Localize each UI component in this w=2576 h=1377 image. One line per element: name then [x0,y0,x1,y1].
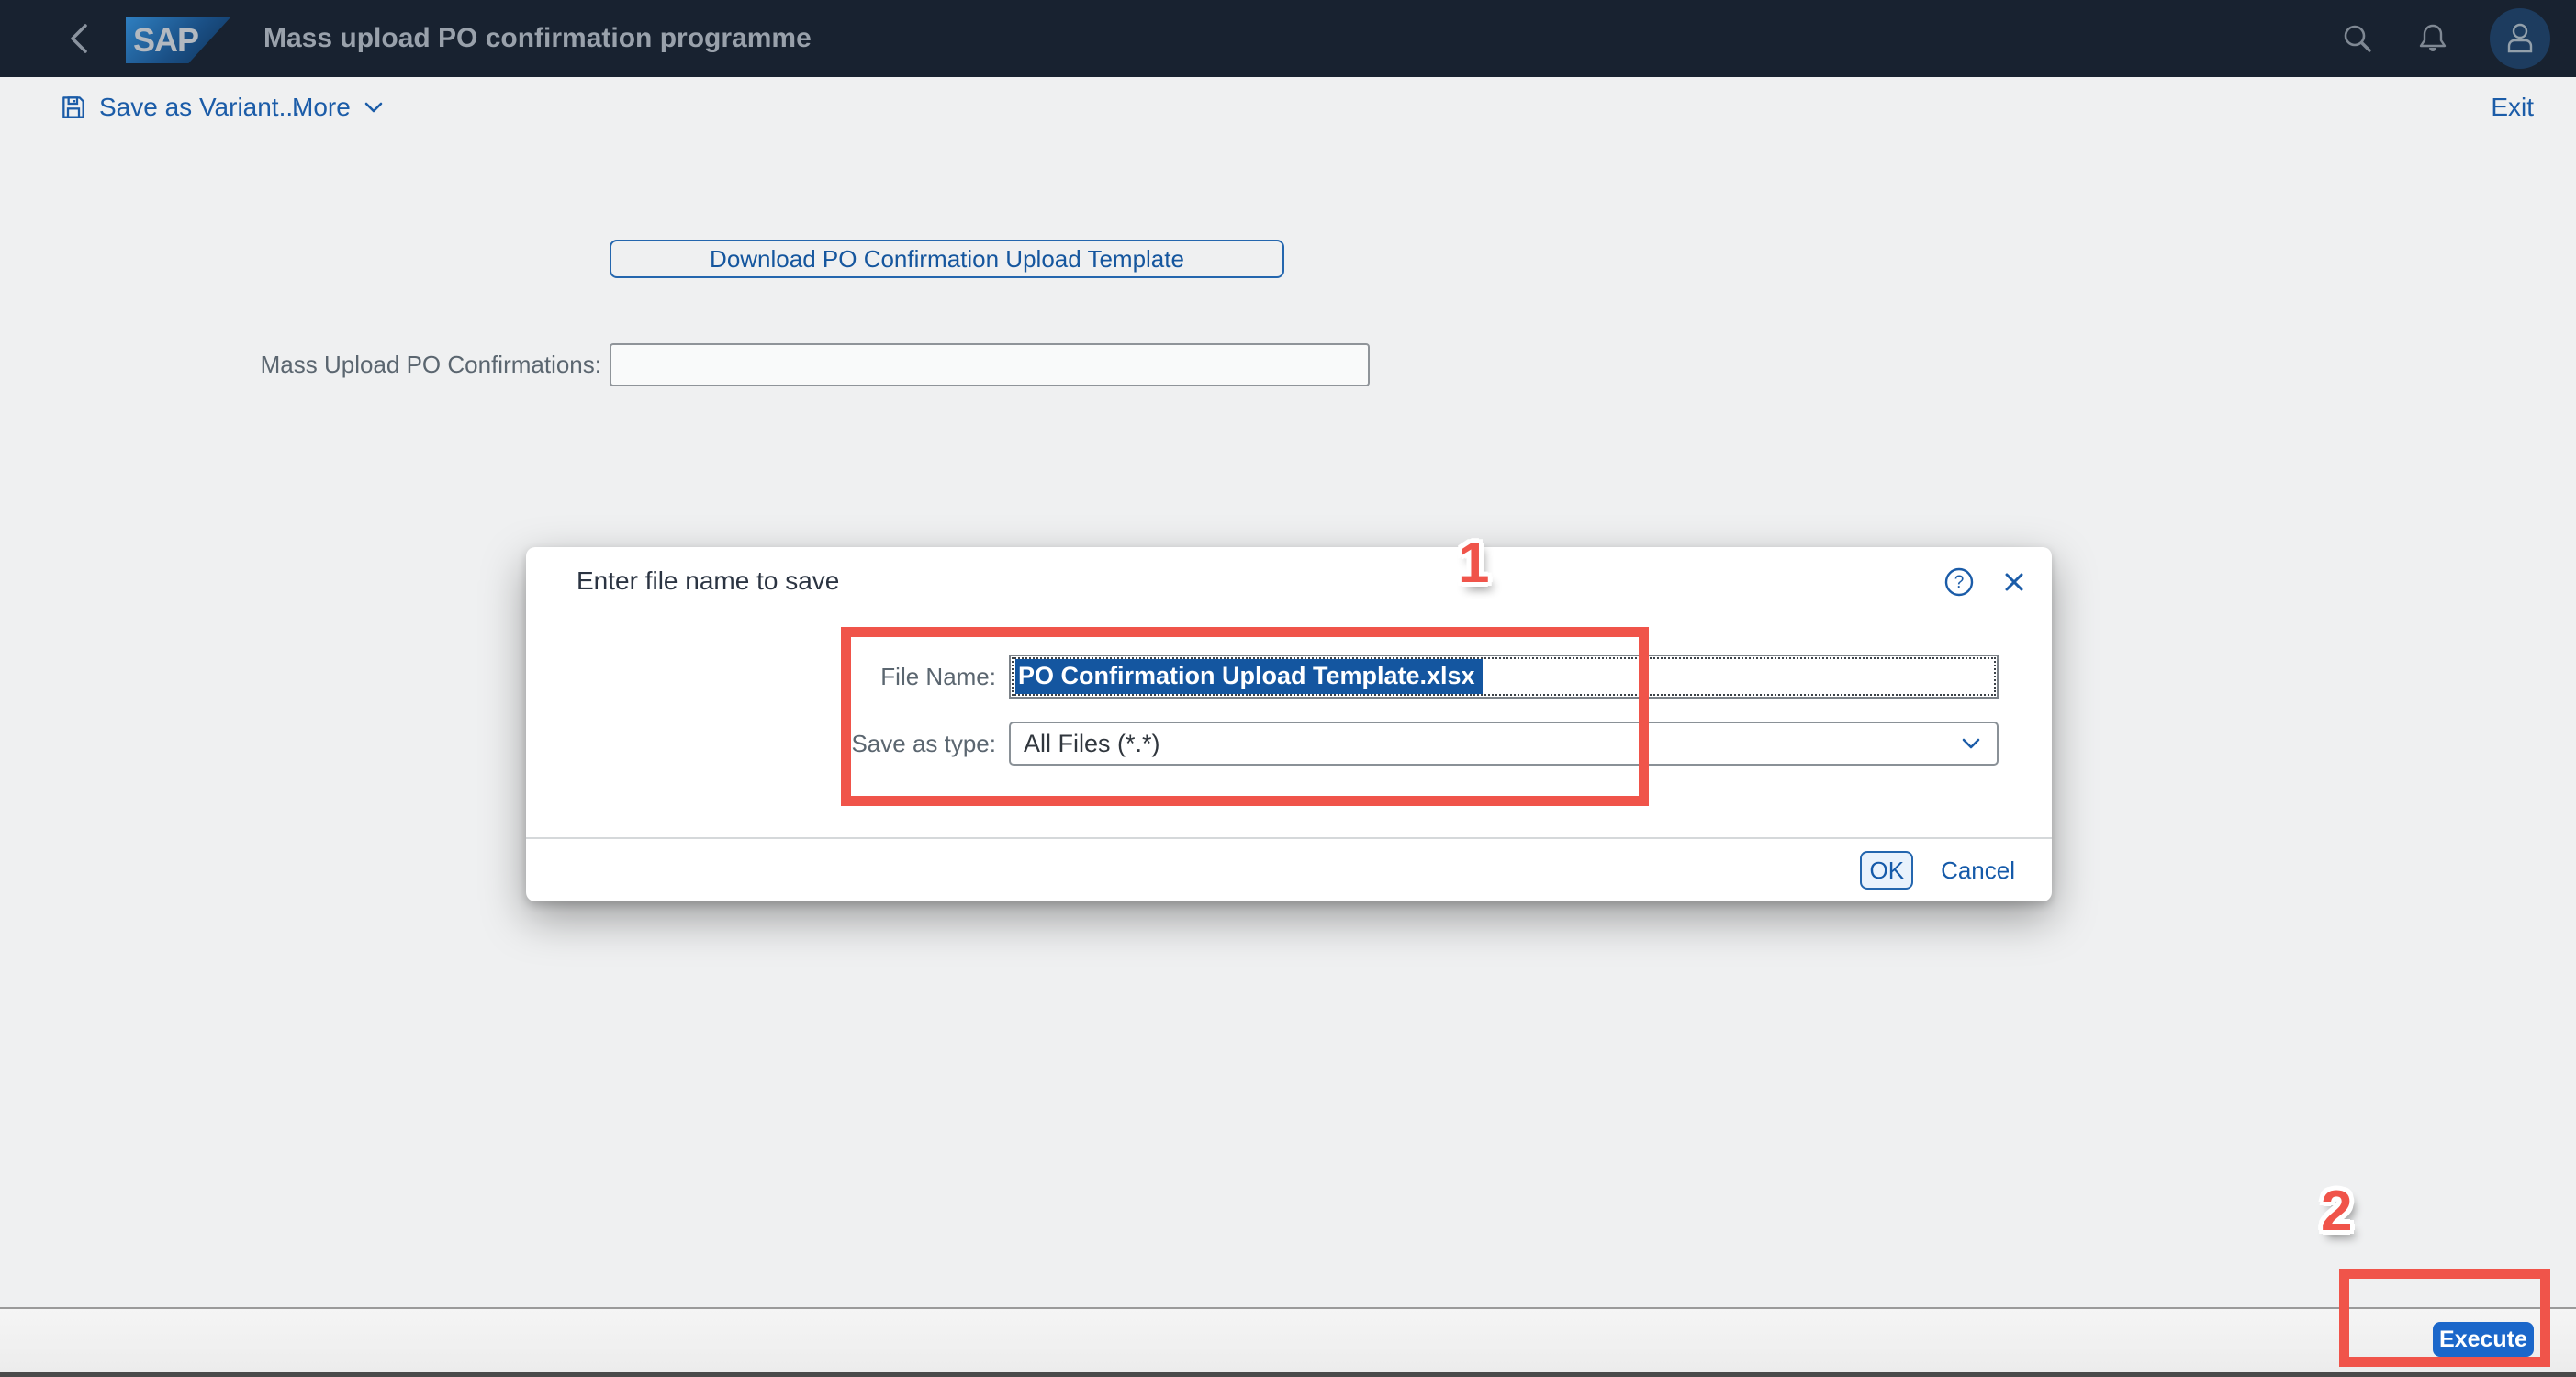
sap-logo-text: SAP [133,21,199,59]
save-as-type-value: All Files (*.*) [1024,729,1160,757]
notifications-button[interactable] [2414,20,2451,57]
user-avatar-button[interactable] [2490,8,2550,69]
close-button[interactable] [1999,566,2030,598]
save-as-variant-button[interactable]: Save as Variant... [59,77,300,138]
download-template-button[interactable]: Download PO Confirmation Upload Template [610,240,1284,278]
file-name-label: File Name: [880,663,996,690]
save-as-variant-label: Save as Variant... [99,93,300,121]
more-button[interactable]: More [292,77,386,138]
ok-button[interactable]: OK [1860,851,1914,890]
help-icon: ? [1944,567,1974,597]
save-as-type-select[interactable]: All Files (*.*) [1009,722,1999,766]
bell-icon [2419,24,2447,51]
shell-actions [2339,0,2550,77]
page-title: Mass upload PO confirmation programme [263,23,812,53]
search-button[interactable] [2339,20,2376,57]
mass-upload-input[interactable] [610,343,1370,386]
dialog-footer: OK Cancel [526,837,2052,901]
execute-button[interactable]: Execute [2433,1322,2534,1357]
back-chevron-icon [71,24,87,53]
person-icon [2507,23,2533,53]
back-button[interactable] [61,20,97,57]
more-label: More [292,93,351,121]
search-icon [2344,25,2371,52]
dialog-title: Enter file name to save [577,566,840,595]
shell-bar: SAP Mass upload PO confirmation programm… [0,0,2576,77]
app-screen: SAP Mass upload PO confirmation programm… [0,0,2576,1377]
help-button[interactable]: ? [1943,566,1975,598]
close-icon [2005,573,2023,591]
chevron-down-icon [364,102,383,113]
save-icon [62,96,84,118]
save-file-dialog: Enter file name to save ? File Name: PO … [526,547,2052,901]
save-as-type-label: Save as type: [851,730,996,757]
svg-text:?: ? [1954,573,1965,592]
mass-upload-label: Mass Upload PO Confirmations: [260,351,601,378]
exit-button[interactable]: Exit [2491,77,2534,138]
cancel-button[interactable]: Cancel [1941,856,2015,885]
action-toolbar: Save as Variant... More Exit [0,77,2576,138]
file-name-selected-text: PO Confirmation Upload Template.xlsx [1015,659,1483,694]
file-name-input[interactable]: PO Confirmation Upload Template.xlsx [1009,655,1999,699]
footer-bar [0,1307,2576,1372]
chevron-down-icon [1962,738,1980,749]
sap-logo[interactable]: SAP [126,17,230,63]
bottom-edge-line [0,1372,2576,1377]
exit-label: Exit [2491,93,2534,121]
annotation-number-2: 2 [2321,1180,2353,1243]
